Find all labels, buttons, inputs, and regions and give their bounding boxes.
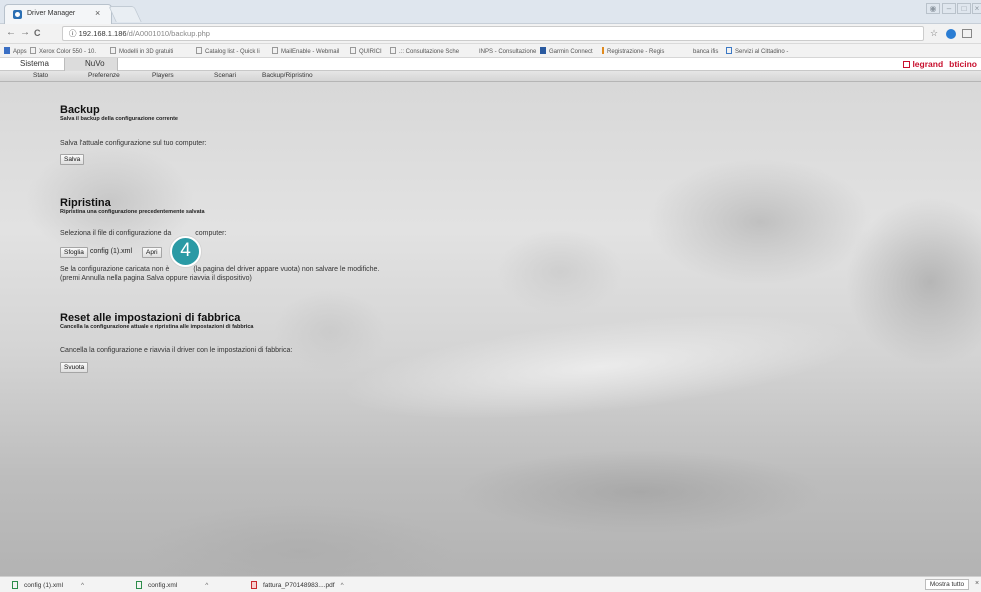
xml-file-icon — [12, 581, 18, 589]
browse-button[interactable]: Sfoglia — [60, 247, 88, 258]
favicon-icon — [13, 10, 22, 19]
tab-title: Driver Manager — [27, 10, 76, 17]
menu-sistema[interactable]: Sistema — [20, 59, 49, 68]
pdf-file-icon — [251, 581, 257, 589]
back-icon[interactable]: ← — [6, 27, 16, 38]
reload-icon[interactable]: C — [34, 28, 41, 38]
chevron-up-icon[interactable]: ^ — [205, 582, 208, 589]
bookmark-item[interactable]: Catalog list - Quick li — [196, 47, 260, 55]
tab-close-icon[interactable]: × — [95, 8, 100, 18]
backup-text: Salva l'attuale configurazione sul tuo c… — [60, 140, 207, 147]
app-sub-menu: Stato Preferenze Players Scenari Backup/… — [0, 71, 981, 82]
cast-icon[interactable] — [962, 29, 972, 38]
restore-title: Ripristina — [60, 197, 111, 209]
xml-file-icon — [136, 581, 142, 589]
download-shelf: config (1).xml ^ config.xml ^ fattura_P701… — [0, 576, 981, 592]
minimize-icon[interactable]: – — [942, 3, 956, 14]
close-window-icon[interactable]: × — [972, 3, 981, 14]
background-image — [336, 295, 864, 439]
bookmark-item[interactable]: Registrazione - Regis — [602, 47, 664, 55]
submenu-stato[interactable]: Stato — [33, 72, 48, 79]
download-item[interactable]: fattura_P70148983....pdf ^ — [251, 581, 344, 589]
submenu-scenari[interactable]: Scenari — [214, 72, 236, 79]
bookmark-item[interactable]: Servizi al Cittadino - — [726, 47, 788, 55]
bookmark-item[interactable]: INPS - Consultazione — [470, 47, 536, 55]
bookmark-item[interactable]: MailEnable - Webmail — [272, 47, 339, 55]
legrand-logo-icon — [903, 61, 911, 68]
download-item[interactable]: config.xml ^ — [136, 581, 208, 589]
reset-title: Reset alle impostazioni di fabbrica — [60, 312, 241, 324]
forward-icon[interactable]: → — [20, 27, 30, 38]
bookmark-item[interactable]: QUIRICI — [350, 47, 382, 55]
download-item[interactable]: config (1).xml ^ — [12, 581, 84, 589]
show-all-button[interactable]: Mostra tutto — [925, 579, 969, 590]
brand-logo: legrand bticino — [903, 59, 977, 69]
browser-window: Driver Manager × ◉ – □ × ← → C ⓘ 192.168… — [0, 0, 981, 592]
menu-nuvo-label: NuVo — [85, 59, 105, 68]
url-input[interactable]: ⓘ 192.168.1.186/d/A0001010/backup.php — [62, 26, 924, 41]
address-bar: ← → C ⓘ 192.168.1.186/d/A0001010/backup.… — [0, 24, 981, 44]
chevron-up-icon[interactable]: ^ — [341, 582, 344, 589]
chevron-up-icon[interactable]: ^ — [81, 582, 84, 589]
bookmark-apps[interactable]: Apps — [4, 47, 27, 55]
menu-nuvo[interactable]: NuVo — [64, 58, 118, 71]
app-top-menu: Sistema — [0, 58, 981, 71]
url-path: /d/A0001010/backup.php — [126, 29, 210, 38]
bookmark-item[interactable]: Modelli in 3D gratuiti — [110, 47, 173, 55]
restore-text: Seleziona il file di configurazione da c… — [60, 230, 227, 237]
restore-warning-line1: Se la configurazione caricata non è (la … — [60, 266, 380, 273]
maximize-icon[interactable]: □ — [957, 3, 971, 14]
info-icon[interactable]: ⓘ — [69, 29, 77, 38]
tab-bar: Driver Manager × ◉ – □ × — [0, 0, 981, 24]
main-content: Backup Salva il backup della configurazi… — [0, 82, 981, 576]
bookmark-item[interactable]: banca ifis — [684, 47, 718, 55]
restore-warning-line2: (premi Annulla nella pagina Salva oppure… — [60, 275, 252, 282]
open-button[interactable]: Apri — [142, 247, 162, 258]
reset-subtitle: Cancella la configurazione attuale e rip… — [60, 324, 254, 330]
extension-icon[interactable] — [946, 29, 956, 39]
submenu-backup-ripristino[interactable]: Backup/Ripristino — [262, 72, 313, 79]
close-shelf-icon[interactable]: × — [975, 580, 979, 587]
step-number-badge: 4 — [170, 236, 201, 267]
submenu-players[interactable]: Players — [152, 72, 174, 79]
bookmark-item[interactable]: .:: Consultazione Sche — [390, 47, 459, 55]
backup-title: Backup — [60, 104, 100, 116]
new-tab-button[interactable] — [108, 6, 142, 22]
bookmark-star-icon[interactable]: ☆ — [930, 28, 938, 39]
submenu-preferenze[interactable]: Preferenze — [88, 72, 120, 79]
bookmark-item[interactable]: Garmin Connect — [540, 47, 593, 55]
bookmark-item[interactable]: Xerox Color 550 - 10. — [30, 47, 96, 55]
user-icon[interactable]: ◉ — [926, 3, 940, 14]
url-host: 192.168.1.186 — [78, 29, 127, 38]
restore-subtitle: Ripristina una configurazione precedente… — [60, 209, 205, 215]
save-button[interactable]: Salva — [60, 154, 85, 165]
bookmarks-bar: Apps Xerox Color 550 - 10. Modelli in 3D… — [0, 44, 981, 58]
selected-filename: config (1).xml — [90, 248, 133, 255]
backup-subtitle: Salva il backup della configurazione cor… — [60, 116, 178, 122]
clear-button[interactable]: Svuota — [60, 362, 89, 373]
reset-text: Cancella la configurazione e riavvia il … — [60, 347, 293, 354]
tab-driver-manager[interactable]: Driver Manager × — [4, 4, 112, 24]
